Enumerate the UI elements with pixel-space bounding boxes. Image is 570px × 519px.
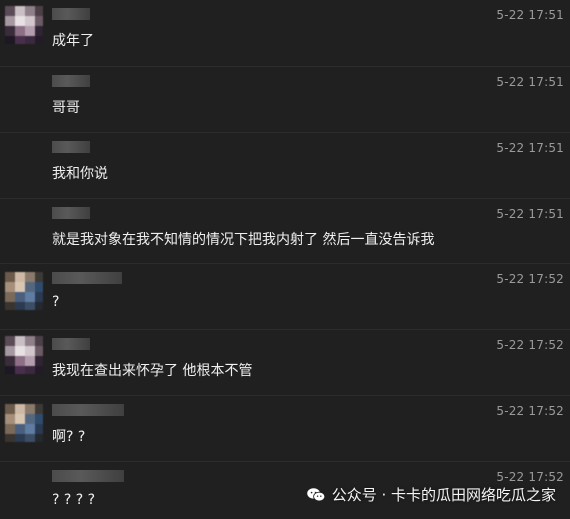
message-timestamp: 5-22 17:52 <box>496 470 564 484</box>
message-text: ? ? ? ? <box>52 492 96 508</box>
watermark-text: 公众号 · 卡卡的瓜田网络吃瓜之家 <box>331 486 556 504</box>
chat-history: 5-22 17:51 成年了 5-22 17:51 哥哥 5-22 17:51 … <box>0 0 570 519</box>
chat-message[interactable]: 5-22 17:51 我和你说 <box>0 133 570 199</box>
message-text: 哥哥 <box>52 100 80 116</box>
message-timestamp: 5-22 17:51 <box>496 8 564 22</box>
avatar[interactable] <box>5 404 43 442</box>
avatar[interactable] <box>5 336 43 374</box>
message-timestamp: 5-22 17:51 <box>496 207 564 221</box>
sender-name-redacted <box>52 272 122 284</box>
message-timestamp: 5-22 17:52 <box>496 272 564 286</box>
message-text: 我和你说 <box>52 166 108 182</box>
message-text: 我现在查出来怀孕了 他根本不管 <box>52 363 253 379</box>
message-text: 成年了 <box>52 33 94 49</box>
message-timestamp: 5-22 17:51 <box>496 141 564 155</box>
message-timestamp: 5-22 17:52 <box>496 338 564 352</box>
chat-message[interactable]: 5-22 17:52 ? <box>0 264 570 330</box>
chat-message[interactable]: 5-22 17:51 哥哥 <box>0 67 570 133</box>
sender-name-redacted <box>52 207 90 219</box>
chat-message[interactable]: 5-22 17:51 就是我对象在我不知情的情况下把我内射了 然后一直没告诉我 <box>0 199 570 264</box>
message-text: ? <box>52 294 60 310</box>
avatar[interactable] <box>5 6 43 44</box>
message-text: 啊? ? <box>52 429 86 445</box>
sender-name-redacted <box>52 470 124 482</box>
chat-message[interactable]: 5-22 17:52 啊? ? <box>0 396 570 462</box>
sender-name-redacted <box>52 338 90 350</box>
message-timestamp: 5-22 17:51 <box>496 75 564 89</box>
avatar[interactable] <box>5 272 43 310</box>
wechat-icon <box>306 487 325 501</box>
watermark: 公众号 · 卡卡的瓜田网络吃瓜之家 <box>306 484 556 505</box>
sender-name-redacted <box>52 75 90 87</box>
chat-message[interactable]: 5-22 17:52 我现在查出来怀孕了 他根本不管 <box>0 330 570 396</box>
chat-message[interactable]: 5-22 17:51 成年了 <box>0 0 570 67</box>
sender-name-redacted <box>52 8 90 20</box>
sender-name-redacted <box>52 141 90 153</box>
message-text: 就是我对象在我不知情的情况下把我内射了 然后一直没告诉我 <box>52 232 435 248</box>
message-timestamp: 5-22 17:52 <box>496 404 564 418</box>
sender-name-redacted <box>52 404 124 416</box>
